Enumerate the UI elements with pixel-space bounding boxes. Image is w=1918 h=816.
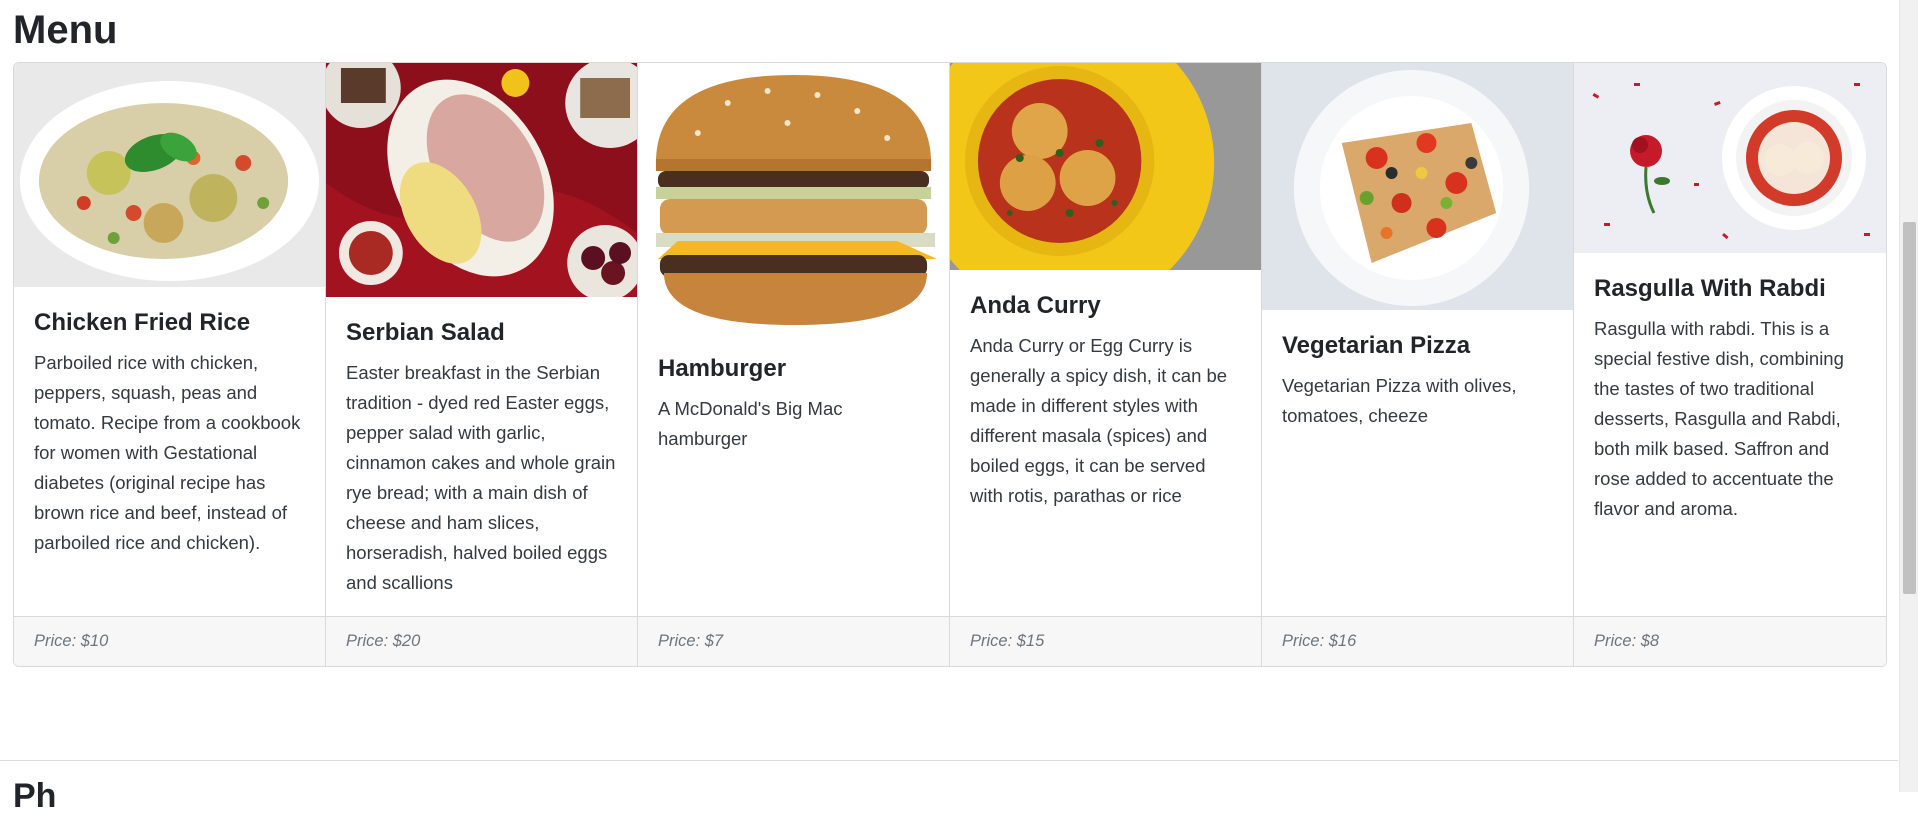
page-title: Menu <box>13 8 118 52</box>
card-price: Price: $10 <box>14 616 325 666</box>
card-price: Price: $8 <box>1574 616 1886 666</box>
card-description: Anda Curry or Egg Curry is generally a s… <box>970 335 1228 506</box>
card-description: A McDonald's Big Mac hamburger <box>658 398 843 449</box>
menu-card-hamburger: Hamburger A McDonald's Big Mac hamburger… <box>638 63 950 666</box>
card-description: Easter breakfast in the Serbian traditio… <box>346 362 616 593</box>
card-description: Parboiled rice with chicken, peppers, sq… <box>34 352 301 553</box>
chicken-fried-rice-image <box>14 63 325 287</box>
menu-card-serbian-salad: Serbian Salad Easter breakfast in the Se… <box>326 63 638 666</box>
menu-card-group: Chicken Fried Rice Parboiled rice with c… <box>13 62 1887 667</box>
card-price: Price: $15 <box>950 616 1261 666</box>
card-price: Price: $7 <box>638 616 949 666</box>
card-description: Vegetarian Pizza with olives, tomatoes, … <box>1282 375 1517 426</box>
card-title: Hamburger <box>658 355 787 382</box>
hamburger-image <box>638 63 949 333</box>
card-title: Chicken Fried Rice <box>34 309 251 336</box>
scrollbar-thumb[interactable] <box>1903 222 1916 594</box>
card-price: Price: $16 <box>1262 616 1573 666</box>
serbian-salad-image <box>326 63 637 297</box>
section-divider <box>0 760 1898 761</box>
card-title: Anda Curry <box>970 292 1101 319</box>
card-price: Price: $20 <box>326 616 637 666</box>
vegetarian-pizza-image <box>1262 63 1573 310</box>
page-scrollbar[interactable] <box>1899 0 1918 792</box>
card-title: Rasgulla With Rabdi <box>1594 275 1826 302</box>
card-title: Vegetarian Pizza <box>1282 332 1471 359</box>
card-description: Rasgulla with rabdi. This is a special f… <box>1594 318 1844 519</box>
menu-card-chicken-fried-rice: Chicken Fried Rice Parboiled rice with c… <box>14 63 326 666</box>
rasgulla-with-rabdi-image <box>1574 63 1886 253</box>
menu-card-rasgulla-with-rabdi: Rasgulla With Rabdi Rasgulla with rabdi.… <box>1574 63 1886 666</box>
menu-card-anda-curry: Anda Curry Anda Curry or Egg Curry is ge… <box>950 63 1262 666</box>
next-section-heading: Ph <box>13 777 57 815</box>
anda-curry-image <box>950 63 1261 270</box>
menu-card-vegetarian-pizza: Vegetarian Pizza Vegetarian Pizza with o… <box>1262 63 1574 666</box>
card-title: Serbian Salad <box>346 319 505 346</box>
